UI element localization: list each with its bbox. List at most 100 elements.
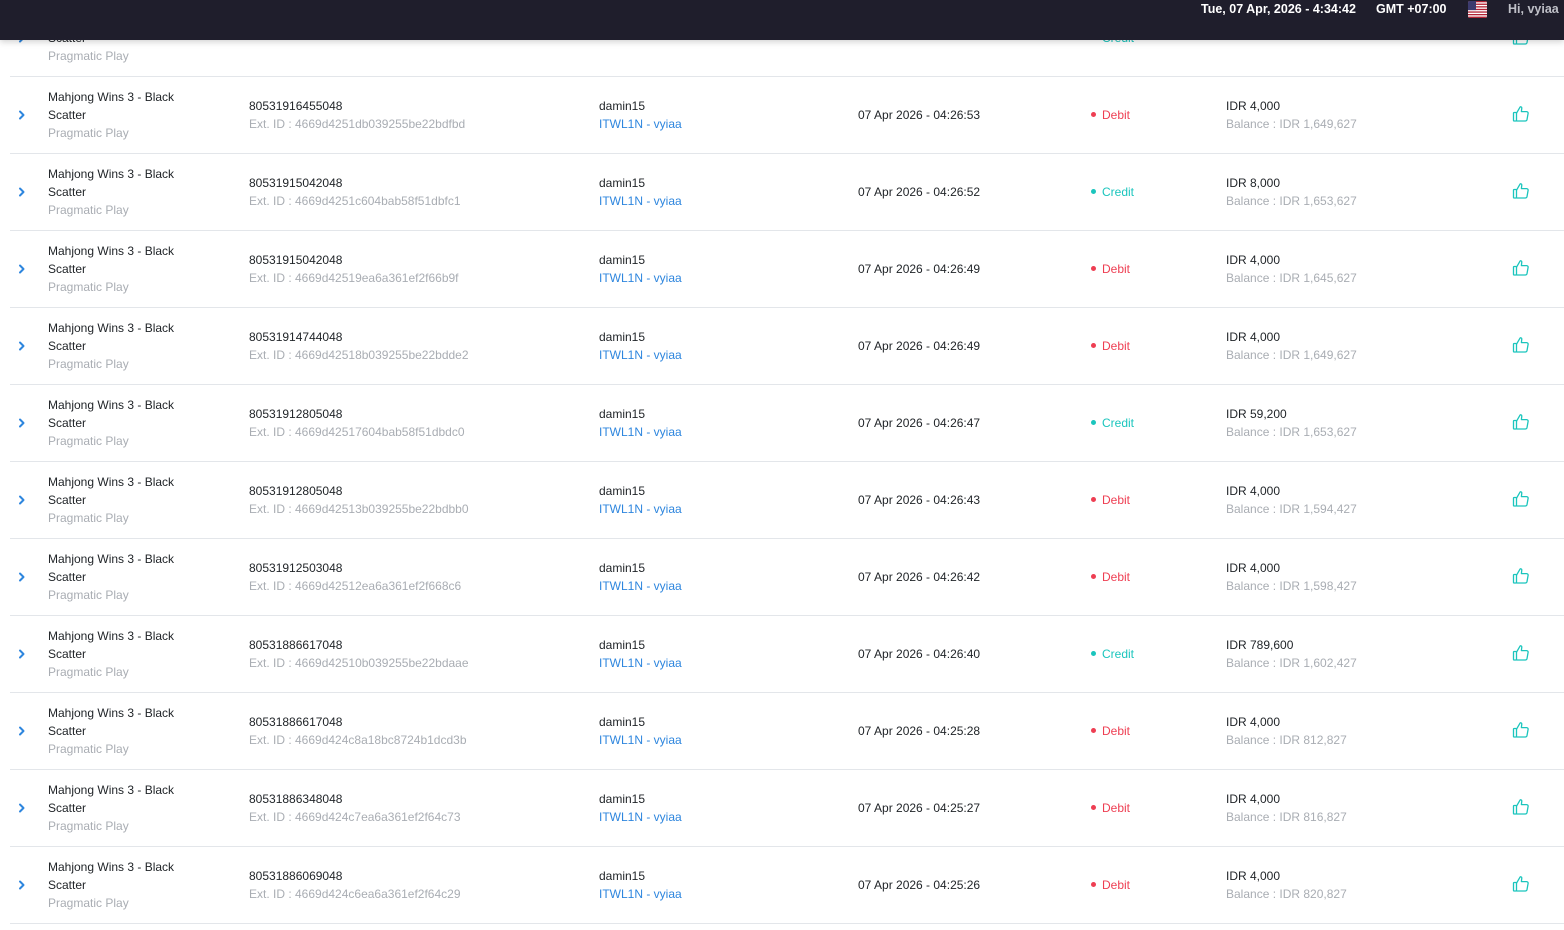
agent-link[interactable]: ITWL1N - vyiaa [599, 423, 682, 441]
transaction-type-badge: Debit [1091, 722, 1130, 740]
transaction-type-badge: Debit [1091, 568, 1130, 586]
agent-link[interactable]: ITWL1N - vyiaa [599, 808, 682, 826]
status-dot-icon [1091, 574, 1096, 580]
username: damin15 [599, 99, 646, 113]
transaction-row[interactable]: Mahjong Wins 3 - Black Scatter Pragmatic… [10, 231, 1564, 308]
thumbs-up-icon[interactable] [1512, 567, 1530, 585]
transaction-id-cell: 80531915042048 Ext. ID : 4669d42519ea6a3… [249, 251, 459, 287]
game-name: Mahjong Wins 3 - Black Scatter [48, 629, 175, 661]
chevron-right-icon[interactable] [16, 108, 28, 120]
game-name: Mahjong Wins 3 - Black Scatter [48, 706, 175, 738]
balance: Balance : IDR 1,653,627 [1226, 194, 1357, 208]
transaction-id: 80531886617048 [249, 715, 343, 729]
thumbs-up-icon[interactable] [1512, 259, 1530, 277]
chevron-right-icon[interactable] [16, 570, 28, 582]
transaction-row[interactable]: Mahjong Wins 3 - Black Scatter Pragmatic… [10, 77, 1564, 154]
chevron-right-icon[interactable] [16, 493, 28, 505]
agent-link[interactable]: ITWL1N - vyiaa [599, 731, 682, 749]
user-cell: damin15 ITWL1N - vyiaa [599, 713, 682, 749]
top-bar: Tue, 07 Apr, 2026 - 4:34:42 GMT +07:00 H… [0, 0, 1564, 40]
transaction-amount: IDR 4,000 [1226, 715, 1281, 729]
agent-link[interactable]: ITWL1N - vyiaa [599, 192, 682, 210]
transaction-amount: IDR 4,000 [1226, 561, 1281, 575]
thumbs-up-icon[interactable] [1512, 721, 1530, 739]
thumbs-up-icon[interactable] [1512, 182, 1530, 200]
game-cell: Mahjong Wins 3 - Black Scatter Pragmatic… [48, 165, 198, 219]
transaction-id-cell: 80531912805048 Ext. ID : 4669d42513b0392… [249, 482, 469, 518]
chevron-right-icon[interactable] [16, 647, 28, 659]
game-provider: Pragmatic Play [48, 511, 129, 525]
balance: Balance : IDR 1,649,627 [1226, 117, 1357, 131]
transaction-type-label: Debit [1102, 339, 1131, 353]
game-cell: Mahjong Wins 3 - Black Scatter Pragmatic… [48, 319, 198, 373]
game-provider: Pragmatic Play [48, 588, 129, 602]
game-provider: Pragmatic Play [48, 434, 129, 448]
thumbs-up-icon[interactable] [1512, 875, 1530, 893]
balance: Balance : IDR 820,827 [1226, 887, 1347, 901]
chevron-right-icon[interactable] [16, 339, 28, 351]
thumbs-up-icon[interactable] [1512, 413, 1530, 431]
username: damin15 [599, 638, 646, 652]
thumbs-up-icon[interactable] [1512, 336, 1530, 354]
agent-link[interactable]: ITWL1N - vyiaa [599, 269, 682, 287]
chevron-right-icon[interactable] [16, 416, 28, 428]
agent-link[interactable]: ITWL1N - vyiaa [599, 500, 682, 518]
game-cell: Mahjong Wins 3 - Black Scatter Pragmatic… [48, 88, 198, 142]
balance: Balance : IDR 1,594,427 [1226, 502, 1357, 516]
user-cell: damin15 ITWL1N - vyiaa [599, 790, 682, 826]
transaction-type-label: Debit [1102, 801, 1131, 815]
transaction-row[interactable]: Mahjong Wins 3 - Black Scatter Pragmatic… [10, 770, 1564, 847]
transaction-row[interactable]: Mahjong Wins 3 - Black Scatter Pragmatic… [10, 693, 1564, 770]
game-name: Mahjong Wins 3 - Black Scatter [48, 552, 175, 584]
game-name: Mahjong Wins 3 - Black Scatter [48, 90, 175, 122]
chevron-right-icon[interactable] [16, 262, 28, 274]
transaction-row[interactable]: Mahjong Wins 3 - Black Scatter Pragmatic… [10, 847, 1564, 924]
agent-link[interactable]: ITWL1N - vyiaa [599, 346, 682, 364]
transaction-date: 07 Apr 2026 - 04:26:47 [858, 416, 981, 430]
transaction-date: 07 Apr 2026 - 04:25:27 [858, 801, 981, 815]
transaction-type-label: Debit [1102, 262, 1131, 276]
game-cell: Mahjong Wins 3 - Black Scatter Pragmatic… [48, 473, 198, 527]
transaction-amount: IDR 4,000 [1226, 792, 1281, 806]
us-flag-icon[interactable] [1468, 1, 1487, 18]
transaction-row[interactable]: Mahjong Wins 3 - Black Scatter Pragmatic… [10, 385, 1564, 462]
chevron-right-icon[interactable] [16, 801, 28, 813]
thumbs-up-icon[interactable] [1512, 644, 1530, 662]
timezone-label[interactable]: GMT +07:00 [1376, 2, 1447, 16]
transaction-date: 07 Apr 2026 - 04:26:43 [858, 493, 981, 507]
agent-link[interactable]: ITWL1N - vyiaa [599, 115, 682, 133]
transaction-row[interactable]: Mahjong Wins 3 - Black Scatter Pragmatic… [10, 308, 1564, 385]
transaction-type-badge: Credit [1091, 183, 1134, 201]
chevron-right-icon[interactable] [16, 878, 28, 890]
game-provider: Pragmatic Play [48, 280, 129, 294]
transaction-id-cell: 80531915042048 Ext. ID : 4669d4251c604ba… [249, 174, 461, 210]
agent-link[interactable]: ITWL1N - vyiaa [599, 654, 682, 672]
balance: Balance : IDR 1,649,627 [1226, 348, 1357, 362]
user-greeting[interactable]: Hi, vyiaa [1508, 2, 1559, 16]
transaction-amount: IDR 4,000 [1226, 330, 1281, 344]
username: damin15 [599, 561, 646, 575]
amount-cell: IDR 4,000 Balance : IDR 812,827 [1226, 713, 1347, 749]
transaction-row[interactable]: Mahjong Wins 3 - Black Scatter Pragmatic… [10, 539, 1564, 616]
external-id: Ext. ID : 4669d424c6ea6a361ef2f64c29 [249, 887, 461, 901]
game-cell: Mahjong Wins 3 - Black Scatter Pragmatic… [48, 242, 198, 296]
transaction-date: 07 Apr 2026 - 04:26:52 [858, 185, 981, 199]
transaction-id: 80531916455048 [249, 99, 343, 113]
thumbs-up-icon[interactable] [1512, 490, 1530, 508]
transaction-row[interactable]: Mahjong Wins 3 - Black Scatter Pragmatic… [10, 462, 1564, 539]
transaction-amount: IDR 4,000 [1226, 484, 1281, 498]
game-name: Mahjong Wins 3 - Black Scatter [48, 167, 175, 199]
transaction-row[interactable]: Mahjong Wins 3 - Black Scatter Pragmatic… [10, 616, 1564, 693]
transaction-row[interactable]: Mahjong Wins 3 - Black Scatter Pragmatic… [10, 154, 1564, 231]
amount-cell: IDR 59,200 Balance : IDR 1,653,627 [1226, 405, 1357, 441]
chevron-right-icon[interactable] [16, 185, 28, 197]
transaction-type-badge: Credit [1091, 414, 1134, 432]
thumbs-up-icon[interactable] [1512, 798, 1530, 816]
transaction-type-label: Debit [1102, 724, 1131, 738]
thumbs-up-icon[interactable] [1512, 105, 1530, 123]
transaction-date: 07 Apr 2026 - 04:25:26 [858, 878, 981, 892]
chevron-right-icon[interactable] [16, 724, 28, 736]
agent-link[interactable]: ITWL1N - vyiaa [599, 885, 682, 903]
agent-link[interactable]: ITWL1N - vyiaa [599, 577, 682, 595]
status-dot-icon [1091, 112, 1096, 118]
